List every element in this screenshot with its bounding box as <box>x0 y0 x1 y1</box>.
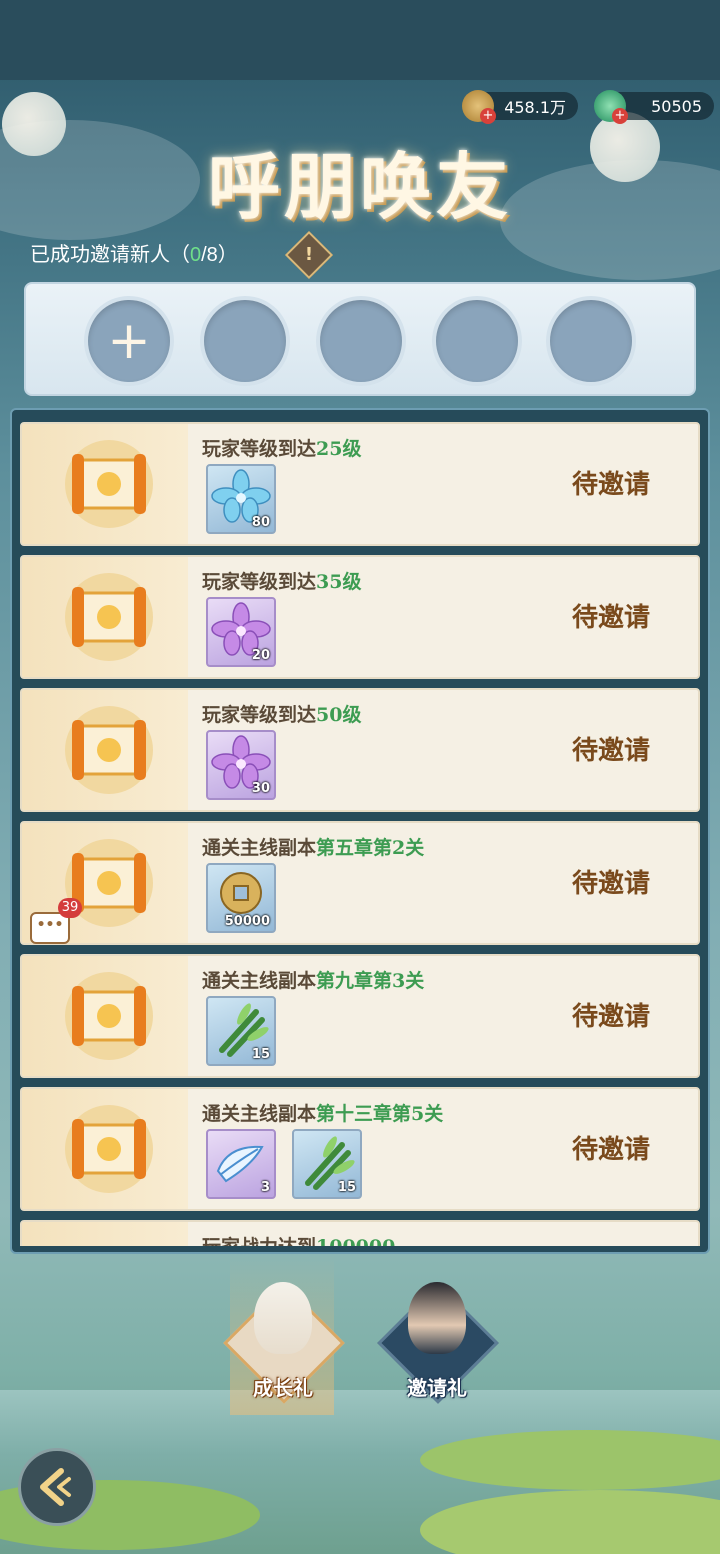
task-description: 玩家等级到达35级 <box>202 567 361 594</box>
reward-count: 3 <box>260 1180 270 1195</box>
list-item-banner <box>22 956 188 1076</box>
task-highlight: 100000 <box>316 1236 395 1246</box>
plus-icon: + <box>107 311 151 371</box>
list-item-banner <box>22 690 188 810</box>
reward-item[interactable]: 30 <box>206 730 276 800</box>
list-item-banner <box>22 424 188 544</box>
invite-count: 已成功邀请新人（0/8） <box>30 238 238 267</box>
invite-current: 0 <box>190 244 202 266</box>
task-description: 玩家等级到达25级 <box>202 434 361 461</box>
page-title: 呼朋唤友 <box>207 144 512 229</box>
reward-item[interactable]: 15 <box>292 1129 362 1199</box>
reward-list-panel: 玩家等级到达25级 80 待邀请 玩家等级到达35级 20 待邀请 玩家等级到达… <box>10 408 710 1254</box>
task-highlight: 第五章第2关 <box>316 837 425 859</box>
reward-item[interactable]: 15 <box>206 996 276 1066</box>
tab-label: 成长礼 <box>253 1376 313 1400</box>
reward-count: 15 <box>337 1180 356 1195</box>
task-prefix: 通关主线副本 <box>202 1103 317 1125</box>
task-prefix: 玩家等级到达 <box>202 438 317 460</box>
list-item-banner <box>22 1089 188 1209</box>
list-item: 通关主线副本第五章第2关 50000 待邀请 <box>20 821 700 945</box>
list-item: 通关主线副本第九章第3关 15 待邀请 <box>20 954 700 1078</box>
task-highlight: 25级 <box>316 438 362 460</box>
status-label: 待邀请 <box>571 736 650 765</box>
back-arrow-icon <box>40 1468 71 1506</box>
task-description: 玩家等级到达50级 <box>202 700 361 727</box>
list-item-banner <box>22 557 188 677</box>
scroll-icon <box>65 706 153 794</box>
tab-growth-gift[interactable]: 成长礼 <box>218 1262 348 1412</box>
task-description: 通关主线副本第九章第3关 <box>202 966 424 993</box>
scroll-icon <box>65 440 153 528</box>
coin-currency[interactable]: + 458.1万 <box>462 90 578 124</box>
task-description: 通关主线副本第十三章第5关 <box>202 1099 443 1126</box>
task-description: 玩家战力达到100000 <box>202 1232 395 1246</box>
list-item: 玩家等级到达50级 30 待邀请 <box>20 688 700 812</box>
list-item-banner <box>22 1222 188 1246</box>
task-prefix: 通关主线副本 <box>202 837 317 859</box>
reward-item[interactable]: 50000 <box>206 863 276 933</box>
invite-count-label: 已成功邀请新人（ <box>30 244 190 266</box>
list-item: 玩家等级到达25级 80 待邀请 <box>20 422 700 546</box>
reward-count: 20 <box>251 648 270 663</box>
invite-total: /8） <box>201 244 238 266</box>
empty-friend-slot <box>436 300 518 382</box>
status-label: 待邀请 <box>571 869 650 898</box>
task-highlight: 35级 <box>316 571 362 593</box>
tab-label: 邀请礼 <box>407 1376 467 1400</box>
back-button[interactable] <box>18 1448 96 1526</box>
reward-count: 30 <box>251 781 270 796</box>
task-highlight: 第九章第3关 <box>316 970 425 992</box>
reward-list[interactable]: 玩家等级到达25级 80 待邀请 玩家等级到达35级 20 待邀请 玩家等级到达… <box>20 420 700 1246</box>
status-bar-area <box>0 0 720 80</box>
task-highlight: 50级 <box>316 704 362 726</box>
task-description: 通关主线副本第五章第2关 <box>202 833 424 860</box>
jade-currency[interactable]: + 50505 <box>594 90 714 124</box>
reward-item[interactable]: 20 <box>206 597 276 667</box>
task-prefix: 玩家战力达到 <box>202 1236 316 1246</box>
empty-friend-slot <box>320 300 402 382</box>
add-friend-slot[interactable]: + <box>88 300 170 382</box>
list-item: 玩家等级到达35级 20 待邀请 <box>20 555 700 679</box>
task-prefix: 玩家等级到达 <box>202 704 317 726</box>
task-prefix: 通关主线副本 <box>202 970 317 992</box>
list-item: 玩家战力达到100000 <box>20 1220 700 1246</box>
reward-item[interactable]: 80 <box>206 464 276 534</box>
reward-count: 15 <box>251 1047 270 1062</box>
scroll-icon <box>65 573 153 661</box>
scroll-icon <box>65 972 153 1060</box>
coin-value: 458.1万 <box>504 98 566 117</box>
empty-friend-slot <box>550 300 632 382</box>
jade-value: 50505 <box>651 96 702 116</box>
invite-slots-panel: + <box>24 282 696 396</box>
status-label: 待邀请 <box>571 470 650 499</box>
reward-item[interactable]: 3 <box>206 1129 276 1199</box>
chat-badge: 39 <box>58 898 82 918</box>
character-portrait <box>408 1282 466 1354</box>
list-item: 通关主线副本第十三章第5关 3 15 待邀请 <box>20 1087 700 1211</box>
status-label: 待邀请 <box>571 1135 650 1164</box>
status-label: 待邀请 <box>571 603 650 632</box>
empty-friend-slot <box>204 300 286 382</box>
status-label: 待邀请 <box>571 1002 650 1031</box>
add-jade-icon[interactable]: + <box>612 108 628 124</box>
tab-invite-gift[interactable]: 邀请礼 <box>372 1262 502 1412</box>
character-portrait <box>254 1282 312 1354</box>
task-highlight: 第十三章第5关 <box>316 1103 444 1125</box>
task-prefix: 玩家等级到达 <box>202 571 317 593</box>
scroll-icon <box>65 1105 153 1193</box>
add-coin-icon[interactable]: + <box>480 108 496 124</box>
reward-count: 50000 <box>224 914 270 929</box>
reward-count: 80 <box>251 515 270 530</box>
